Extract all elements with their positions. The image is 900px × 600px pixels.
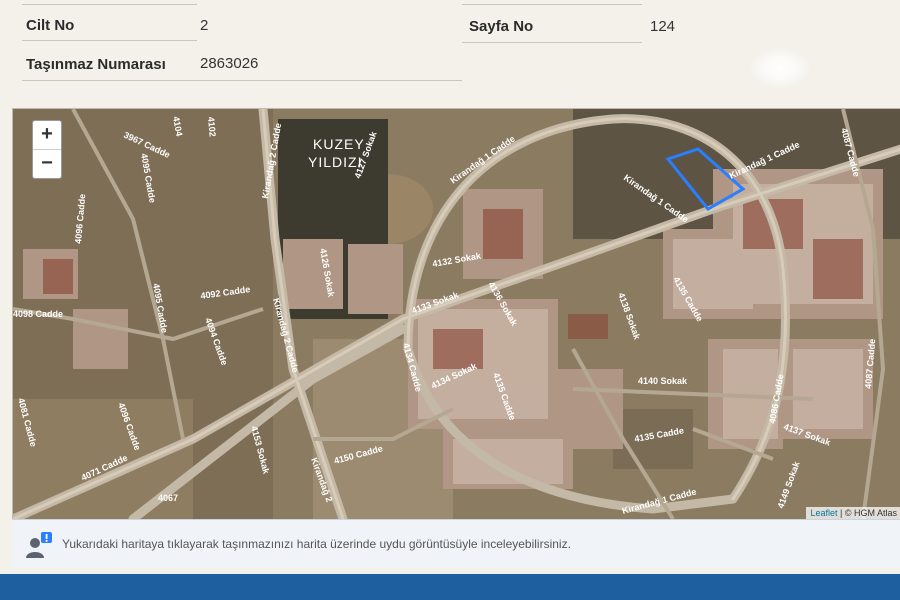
zoom-out-button[interactable]: − — [33, 149, 61, 178]
divider — [22, 4, 197, 5]
divider — [22, 40, 197, 41]
bottom-bar — [0, 574, 900, 600]
street-label: 4098 Cadde — [13, 309, 63, 319]
zoom-in-button[interactable]: + — [33, 121, 61, 149]
map-imagery[interactable]: KUZEY YILDIZI 3967 Cadde 4104 4102 4095 … — [13, 109, 900, 519]
sayfa-no-label: Sayfa No — [469, 18, 534, 35]
tasinmaz-no-value: 2863026 — [200, 55, 259, 72]
info-message: Yukarıdaki haritaya tıklayarak taşınmazı… — [12, 519, 900, 568]
tasinmaz-no-label: Taşınmaz Numarası — [26, 56, 166, 73]
divider — [462, 42, 642, 43]
street-label: 4102 — [206, 116, 218, 137]
user-info-icon — [26, 532, 52, 558]
map-attribution: Leaflet | © HGM Atlas — [806, 507, 900, 519]
street-label: 4067 — [158, 493, 178, 503]
leaflet-link[interactable]: Leaflet — [810, 508, 837, 518]
sayfa-no-value: 124 — [650, 18, 676, 35]
area-title: YILDIZI — [308, 154, 362, 170]
screen-glare — [750, 48, 810, 88]
area-title: KUZEY — [313, 136, 365, 152]
zoom-control: + − — [32, 120, 62, 179]
attribution-text: | © HGM Atlas — [837, 508, 897, 518]
cilt-no-value: 2 — [200, 17, 209, 34]
divider — [22, 80, 462, 81]
cilt-no-label: Cilt No — [26, 17, 75, 34]
info-text: Yukarıdaki haritaya tıklayarak taşınmazı… — [62, 537, 571, 551]
divider — [462, 4, 642, 5]
satellite-map[interactable]: KUZEY YILDIZI 3967 Cadde 4104 4102 4095 … — [12, 108, 900, 520]
street-label: 4140 Sokak — [638, 376, 688, 386]
